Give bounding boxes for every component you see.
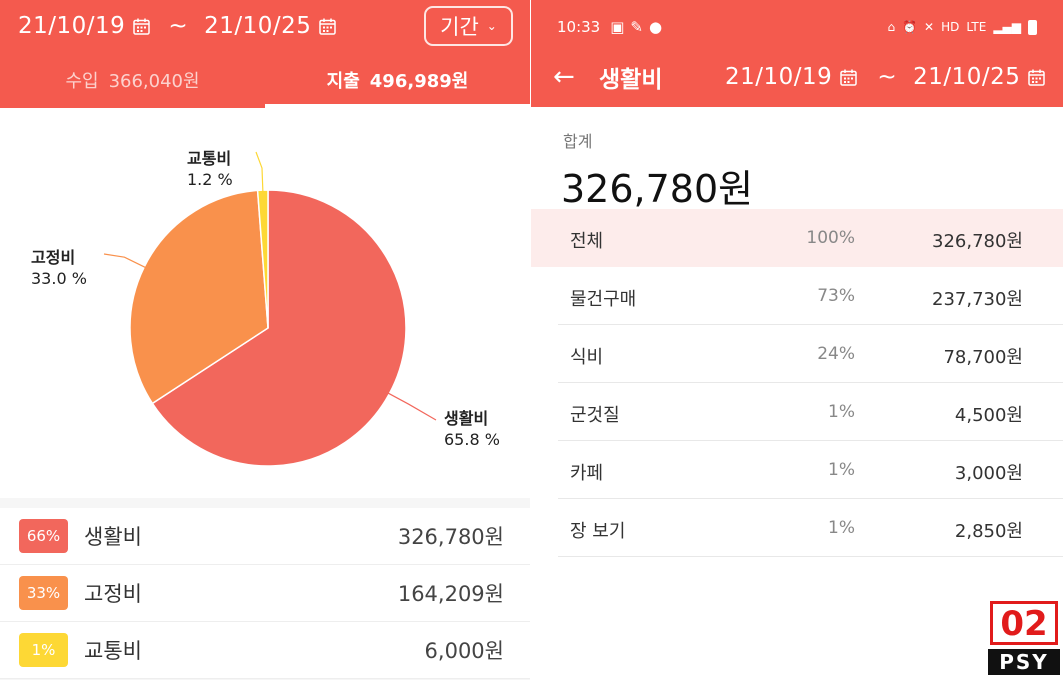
list-item[interactable]: 66% 생활비 326,780원 [0,508,530,565]
total-amount: 326,780원 [561,167,754,211]
category-amount: 6,000원 [424,639,504,663]
category-detail-screen: 10:33 ▣ ✎ ● ⌂ ⏰ ✕ HD LTE ▂▄▆ ← 생활비 21/10… [531,0,1063,680]
pie-label-transport: 교통비 1.2 % [187,148,233,190]
range-separator: ~ [168,13,189,39]
status-right-icons: ⌂ ⏰ ✕ HD LTE ▂▄▆ [887,14,1037,40]
start-date[interactable]: 21/10/19 [18,13,125,39]
back-arrow-icon[interactable]: ← [553,62,575,92]
date-range[interactable]: 21/10/19 ~ 21/10/25 [725,56,1046,98]
percent-badge: 66% [19,519,68,553]
total-label: 합계 [563,132,593,151]
list-item[interactable]: 군것질 1% 4,500원 [558,383,1063,441]
pie-label-name: 고정비 [31,248,76,267]
notification-icon: ✎ [630,18,643,36]
status-time: 10:33 [557,18,601,36]
subcategory-amount: 237,730원 [932,289,1023,310]
category-name: 생활비 [84,525,142,549]
status-bar: 10:33 ▣ ✎ ● ⌂ ⏰ ✕ HD LTE ▂▄▆ [557,14,1037,40]
range-separator: ~ [877,64,898,90]
expense-label: 지출 [326,71,360,92]
pie-leader-line-0 [387,392,437,421]
subcategory-percent: 24% [817,344,855,364]
calendar-icon[interactable] [319,18,337,35]
subcategory-amount: 2,850원 [954,521,1023,542]
pie-chart: 교통비 1.2 % 고정비 33.0 % 생활비 65.8 % [0,108,530,498]
subcategory-name: 카페 [570,463,604,484]
pie-label-percent: 33.0 % [31,269,87,288]
lte-indicator: LTE [966,20,987,34]
pie-label-name: 교통비 [187,149,232,168]
hd-indicator: HD [941,20,960,34]
app-bar: ← 생활비 21/10/19 ~ 21/10/25 [531,56,1063,98]
gallery-icon: ▣ [610,18,625,36]
header: 10:33 ▣ ✎ ● ⌂ ⏰ ✕ HD LTE ▂▄▆ ← 생활비 21/10… [531,0,1063,107]
subcategory-name: 군것질 [570,405,620,426]
end-date[interactable]: 21/10/25 [204,13,311,39]
signal-icon: ▂▄▆ [993,20,1021,34]
list-item[interactable]: 물건구매 73% 237,730원 [558,267,1063,325]
subcategory-name: 장 보기 [570,521,626,542]
subcategory-amount: 4,500원 [954,405,1023,426]
category-list: 66% 생활비 326,780원 33% 고정비 164,209원 1% 교통비… [0,508,530,679]
list-item[interactable]: 장 보기 1% 2,850원 [558,499,1063,557]
income-amount: 366,040원 [108,71,200,92]
calendar-icon[interactable] [1028,69,1046,86]
subcategory-list: 전체 100% 326,780원 물건구매 73% 237,730원 식비 24… [531,209,1063,557]
logo-top-text: 02 [990,601,1058,645]
percent-badge: 33% [19,576,68,610]
list-item[interactable]: 카페 1% 3,000원 [558,441,1063,499]
battery-icon [1028,19,1037,35]
date-range[interactable]: 21/10/19 ~ 21/10/25 [18,8,337,44]
mute-icon: ✕ [924,20,935,34]
income-label: 수입 [65,71,99,92]
subcategory-percent: 1% [828,518,855,538]
subcategory-percent: 73% [817,286,855,306]
top-bar: 21/10/19 ~ 21/10/25 기간 ⌄ 수입 366,040원 지출 … [0,0,530,108]
expense-amount: 496,989원 [369,71,469,92]
page-title: 생활비 [599,67,663,93]
subcategory-amount: 78,700원 [943,347,1023,368]
percent-badge: 1% [19,633,68,667]
list-item[interactable]: 1% 교통비 6,000원 [0,622,530,679]
subcategory-name: 물건구매 [570,289,637,310]
pie-label-percent: 1.2 % [187,170,233,189]
alarm-icon: ⏰ [902,20,918,34]
subcategory-amount: 3,000원 [954,463,1023,484]
end-date[interactable]: 21/10/25 [913,64,1020,90]
logo-bottom-text: PSY [988,649,1060,675]
subcategory-percent: 100% [806,228,855,248]
period-button[interactable]: 기간 ⌄ [424,6,513,46]
tab-expense[interactable]: 지출 496,989원 [265,52,530,108]
subcategory-percent: 1% [828,460,855,480]
category-name: 교통비 [84,639,142,663]
subcategory-percent: 1% [828,402,855,422]
pie-leader-line-1 [103,253,147,269]
pie-label-name: 생활비 [444,409,489,428]
calendar-icon[interactable] [133,18,151,35]
tab-income[interactable]: 수입 366,040원 [0,52,265,108]
start-date[interactable]: 21/10/19 [725,64,832,90]
category-amount: 164,209원 [397,582,504,606]
category-name: 고정비 [84,582,142,606]
pie-leader-line-2 [255,151,264,193]
list-item[interactable]: 33% 고정비 164,209원 [0,565,530,622]
period-button-label: 기간 [440,15,479,39]
lock-icon: ⌂ [887,20,896,34]
category-amount: 326,780원 [397,525,504,549]
list-item[interactable]: 식비 24% 78,700원 [558,325,1063,383]
pie-label-percent: 65.8 % [444,430,500,449]
chevron-down-icon: ⌄ [486,19,497,33]
watermark-logo: 02 PSY [988,601,1060,677]
expense-summary-screen: 21/10/19 ~ 21/10/25 기간 ⌄ 수입 366,040원 지출 … [0,0,530,680]
list-item-total[interactable]: 전체 100% 326,780원 [531,209,1063,267]
income-expense-tabs: 수입 366,040원 지출 496,989원 [0,52,530,108]
pie-label-fixed: 고정비 33.0 % [31,247,87,289]
chat-icon: ● [649,18,663,36]
subcategory-name: 식비 [570,347,604,368]
subcategory-name: 전체 [570,231,604,252]
subcategory-amount: 326,780원 [932,231,1023,252]
pie-label-living: 생활비 65.8 % [444,408,500,450]
calendar-icon[interactable] [840,69,858,86]
